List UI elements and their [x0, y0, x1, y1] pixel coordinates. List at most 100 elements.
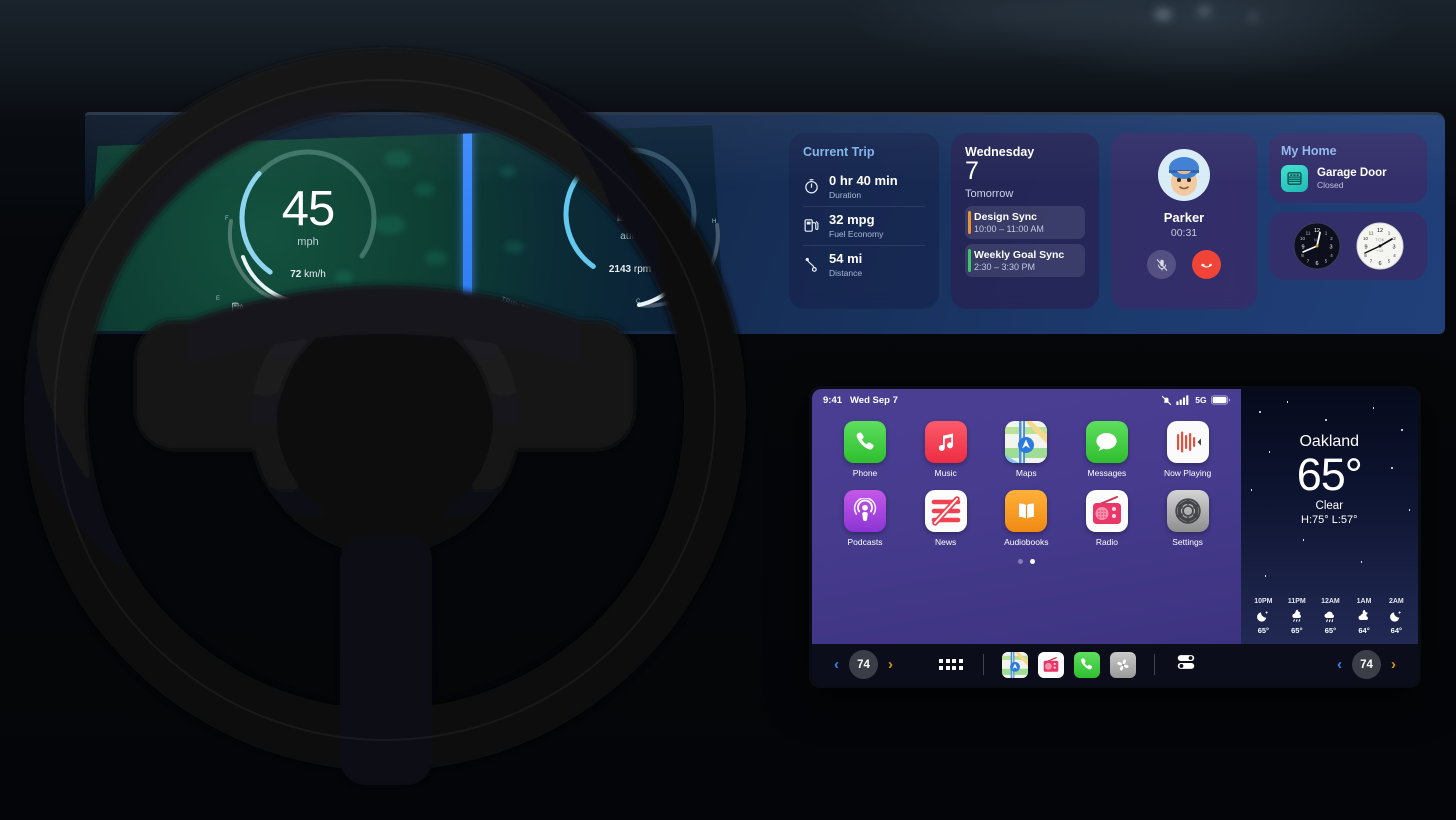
- page-dot-1[interactable]: [1017, 559, 1023, 564]
- page-dot-2[interactable]: [1029, 559, 1035, 564]
- app-podcasts[interactable]: Podcasts: [834, 490, 896, 547]
- temp-label-cold: C: [636, 299, 641, 305]
- phone-icon: [844, 421, 886, 463]
- hourly-time: 2AM: [1388, 598, 1404, 605]
- hourly-temp: 64°: [1390, 626, 1402, 635]
- calendar-section-label: Tomorrow: [965, 187, 1014, 200]
- app-settings[interactable]: Settings: [1157, 490, 1219, 547]
- audiobooks-icon: [1005, 490, 1048, 532]
- cellular-bars-icon: [1176, 395, 1189, 405]
- hourly-item: 1AM 64°: [1355, 598, 1373, 635]
- svg-text:3: 3: [1392, 245, 1395, 251]
- world-clocks-card[interactable]: 12 3 6 9 1 2 4 5 7 8 10 11 NY 12 3 6 9 1…: [1269, 212, 1427, 280]
- dock-fan-icon[interactable]: [1109, 651, 1136, 678]
- calendar-event[interactable]: Weekly Goal Sync 2:30 – 3:30 PM: [965, 243, 1085, 277]
- svg-text:6: 6: [1378, 261, 1381, 267]
- app-row: Phone Music Maps Messages Now Playing: [834, 421, 1219, 478]
- dashboard-widgets: Current Trip 0 hr 40 min Duration 32 mpg…: [789, 133, 1427, 309]
- fuel-pump-icon: [804, 219, 819, 233]
- world-clock-ny: 12 3 6 9 1 2 4 5 7 8 10 11 NY: [1293, 222, 1340, 270]
- hourly-time: 11PM: [1287, 598, 1306, 605]
- bell-slash-icon: [1162, 395, 1172, 405]
- event-title: Design Sync: [974, 210, 1038, 223]
- moon-cloud-icon: [1355, 607, 1373, 624]
- status-network: 5G: [1195, 395, 1207, 405]
- svg-text:3: 3: [1329, 245, 1332, 251]
- moon-stars-icon: [1388, 607, 1404, 624]
- trip-duration-label: Duration: [829, 189, 862, 200]
- weather-panel[interactable]: Oakland 65° Clear H:75° L:57° 10PM 65° 1…: [1240, 389, 1418, 647]
- home-accessory-card[interactable]: My Home Garage Door Closed: [1269, 133, 1427, 203]
- svg-text:TOK: TOK: [1375, 238, 1384, 243]
- carplay-status-bar: 9:41 Wed Sep 7 5G: [812, 389, 1241, 411]
- active-call-widget[interactable]: Parker 00:31: [1111, 133, 1257, 309]
- coolant-temp-gauge: [637, 223, 720, 308]
- driver-temperature[interactable]: 74: [849, 650, 878, 679]
- app-label: Radio: [1095, 537, 1119, 547]
- messages-bubble-icon: [1085, 421, 1128, 463]
- app-row: Podcasts News Audiobooks Radio Settings: [834, 490, 1219, 547]
- dock-phone-icon[interactable]: [1073, 651, 1100, 678]
- route-icon: [805, 258, 817, 273]
- app-news[interactable]: News: [915, 490, 977, 547]
- now-playing-icon: [1166, 421, 1209, 463]
- passenger-temperature[interactable]: 74: [1352, 650, 1381, 679]
- chevron-left-icon[interactable]: ‹: [1337, 657, 1342, 672]
- hourly-time: 12AM: [1321, 598, 1340, 605]
- svg-text:10: 10: [1362, 236, 1368, 241]
- chevron-right-icon[interactable]: ›: [888, 657, 893, 672]
- trip-distance-value: 54 mi: [829, 250, 863, 266]
- toggles-icon[interactable]: [1175, 651, 1197, 678]
- svg-text:11: 11: [1305, 231, 1310, 236]
- battery-icon: [1210, 395, 1230, 405]
- page-indicator[interactable]: [834, 559, 1219, 564]
- app-radio[interactable]: Radio: [1076, 490, 1138, 547]
- fuel-pump-icon: [232, 302, 243, 313]
- coolant-temp-icon: [685, 300, 694, 311]
- climate-control-right: ‹ 74 ›: [1337, 650, 1396, 679]
- chevron-left-icon[interactable]: ‹: [834, 657, 839, 672]
- hourly-item: 12AM 65°: [1321, 598, 1340, 635]
- fuel-label-empty: E: [216, 296, 221, 302]
- app-now-playing[interactable]: Now Playing: [1157, 421, 1219, 478]
- carplay-taskbar: ‹ 74 › ‹ 74 ›: [812, 644, 1418, 685]
- event-time: 10:00 – 11:00 AM: [974, 223, 1044, 234]
- app-music[interactable]: Music: [915, 421, 977, 478]
- app-grid-icon[interactable]: [939, 659, 963, 670]
- svg-text:11: 11: [1368, 231, 1373, 236]
- hourly-item: 10PM 65°: [1254, 598, 1272, 635]
- app-messages[interactable]: Messages: [1076, 421, 1138, 478]
- nav-route-line: [463, 125, 472, 331]
- calendar-event[interactable]: Design Sync 10:00 – 11:00 AM: [965, 205, 1085, 239]
- weather-high-low: H:75° L:57°: [1301, 514, 1358, 527]
- svg-text:9: 9: [1364, 245, 1367, 251]
- cloud-rain-icon: [1321, 607, 1340, 624]
- accessory-name: Garage Door: [1317, 167, 1387, 179]
- accessory-status: Closed: [1317, 180, 1344, 190]
- fuel-label-full: F: [225, 216, 230, 222]
- weather-condition: Clear: [1315, 500, 1344, 513]
- weather-hourly-forecast: 10PM 65° 11PM 65° 12AM 65° 1AM 64° 2AM 6…: [1241, 598, 1418, 635]
- calendar-widget[interactable]: Wednesday 7 Tomorrow Design Sync 10:00 –…: [951, 133, 1099, 309]
- current-trip-widget[interactable]: Current Trip 0 hr 40 min Duration 32 mpg…: [789, 133, 939, 309]
- microphone-muted-icon: [1156, 258, 1167, 271]
- avatar: [1158, 149, 1210, 201]
- app-maps[interactable]: Maps: [995, 421, 1057, 478]
- stopwatch-icon: [805, 179, 818, 194]
- mute-button[interactable]: [1147, 250, 1176, 279]
- app-label: Maps: [1015, 468, 1037, 478]
- trip-row-fuel: 32 mpg Fuel Economy: [803, 205, 925, 245]
- app-audiobooks[interactable]: Audiobooks: [995, 490, 1057, 547]
- distant-light: [1248, 14, 1258, 21]
- chevron-right-icon[interactable]: ›: [1391, 657, 1396, 672]
- carplay-screen: 9:41 Wed Sep 7 5G Phone Music Maps Messa…: [809, 386, 1421, 688]
- app-phone[interactable]: Phone: [834, 421, 896, 478]
- moon-cloud-rain-icon: [1288, 607, 1306, 624]
- app-label: Now Playing: [1163, 468, 1212, 478]
- end-call-button[interactable]: [1192, 250, 1221, 279]
- event-time: 2:30 – 3:30 PM: [974, 261, 1036, 272]
- dock-radio-icon[interactable]: [1037, 651, 1064, 678]
- moon-stars-icon: [1254, 607, 1272, 624]
- dock-maps-icon[interactable]: [1001, 651, 1028, 678]
- svg-text:9: 9: [1301, 245, 1304, 251]
